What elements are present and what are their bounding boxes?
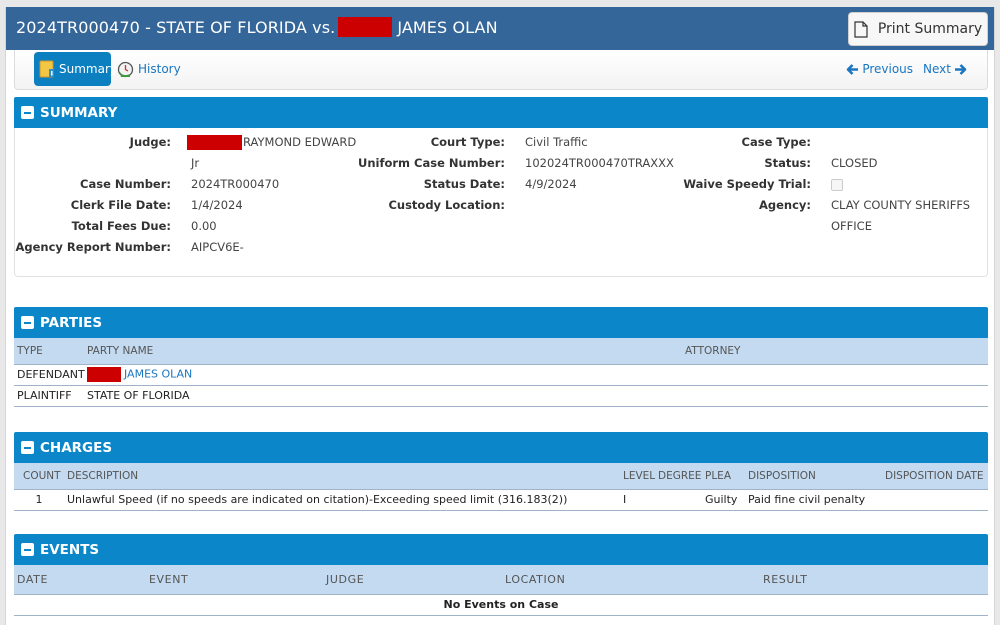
- previous-label: Previous: [862, 62, 914, 76]
- charges-title: CHARGES: [40, 439, 113, 456]
- column-header[interactable]: DATE: [14, 565, 146, 595]
- redacted-name: [338, 17, 393, 37]
- table-row: DEFENDANT JAMES OLAN: [14, 364, 988, 386]
- tab-history[interactable]: History: [117, 52, 181, 86]
- parties-panel: PARTIES TYPE PARTY NAME ATTORNEY DEFENDA…: [14, 307, 988, 407]
- party-type: PLAINTIFF: [14, 385, 84, 407]
- events-title: EVENTS: [40, 541, 100, 558]
- charge-degree: [655, 489, 702, 511]
- collapse-icon[interactable]: [21, 316, 34, 329]
- field-value: [831, 179, 843, 194]
- column-header[interactable]: DESCRIPTION: [64, 463, 620, 490]
- field-label: Case Type:: [741, 135, 811, 149]
- column-header[interactable]: TYPE: [14, 338, 84, 365]
- previous-link[interactable]: Previous: [846, 62, 913, 76]
- history-icon: [117, 61, 134, 78]
- field-label: Agency Report Number:: [15, 240, 172, 254]
- events-header: EVENTS: [14, 534, 988, 565]
- field-label: Agency:: [758, 198, 811, 212]
- column-header[interactable]: COUNT: [14, 463, 64, 490]
- column-header[interactable]: JUDGE: [323, 565, 502, 595]
- column-header[interactable]: EVENT: [146, 565, 323, 595]
- column-header[interactable]: DISPOSITION: [745, 463, 882, 490]
- arrow-right-icon: [955, 63, 967, 75]
- collapse-icon[interactable]: [21, 441, 34, 454]
- table-row: PLAINTIFF STATE OF FLORIDA: [14, 385, 988, 407]
- table-row: 1 Unlawful Speed (if no speeds are indic…: [14, 489, 988, 511]
- field-value: CLOSED: [831, 156, 878, 170]
- table-header-row: DATE EVENT JUDGE LOCATION RESULT: [14, 565, 988, 595]
- charge-level: I: [620, 489, 655, 511]
- charges-panel: CHARGES COUNT DESCRIPTION LEVEL DEGREE P…: [14, 432, 988, 511]
- case-nav-bar: Summary History Previous Next: [14, 50, 988, 90]
- record-navigation: Previous Next: [846, 52, 967, 86]
- charge-disposition-date: [882, 489, 988, 511]
- summary-header: SUMMARY: [14, 97, 988, 128]
- party-name: STATE OF FLORIDA: [84, 385, 682, 407]
- waive-speedy-trial-checkbox[interactable]: [831, 179, 843, 191]
- tab-summary[interactable]: Summary: [34, 52, 117, 86]
- column-header[interactable]: RESULT: [760, 565, 988, 595]
- charges-header: CHARGES: [14, 432, 988, 463]
- party-name-link[interactable]: JAMES OLAN: [124, 368, 192, 381]
- column-header[interactable]: LOCATION: [502, 565, 760, 595]
- title-bar: 2024TR000470 - STATE OF FLORIDA vs. JAME…: [6, 7, 994, 50]
- tab-summary-label: Summary: [59, 62, 117, 76]
- field-label: Total Fees Due:: [71, 219, 171, 233]
- print-summary-label: Print Summary: [877, 21, 983, 37]
- charge-disposition: Paid fine civil penalty: [745, 489, 882, 511]
- next-label: Next: [923, 62, 951, 76]
- summary-icon: [39, 60, 55, 78]
- charge-count: 1: [14, 489, 64, 511]
- table-row: No Events on Case: [14, 594, 988, 616]
- document-icon: [854, 20, 868, 38]
- events-table: DATE EVENT JUDGE LOCATION RESULT No Even…: [14, 565, 988, 616]
- field-label: Status:: [764, 156, 811, 170]
- charge-description: Unlawful Speed (if no speeds are indicat…: [64, 489, 620, 511]
- arrow-left-icon: [847, 63, 859, 75]
- collapse-icon[interactable]: [21, 543, 34, 556]
- field-value: 0.00: [191, 219, 217, 233]
- redacted-name: [87, 367, 121, 382]
- parties-table: TYPE PARTY NAME ATTORNEY DEFENDANT JAMES…: [14, 338, 988, 407]
- next-link[interactable]: Next: [923, 62, 967, 76]
- party-attorney: [682, 364, 988, 386]
- parties-title: PARTIES: [40, 314, 103, 331]
- field-label: Waive Speedy Trial:: [683, 177, 811, 191]
- field-value: CLAY COUNTY SHERIFFS: [831, 198, 971, 212]
- table-header-row: COUNT DESCRIPTION LEVEL DEGREE PLEA DISP…: [14, 463, 988, 490]
- tab-history-label: History: [138, 62, 181, 76]
- column-header[interactable]: DEGREE: [655, 463, 702, 490]
- print-summary-button[interactable]: Print Summary: [848, 12, 988, 46]
- column-header[interactable]: LEVEL: [620, 463, 655, 490]
- column-header[interactable]: PLEA: [702, 463, 745, 490]
- charges-table: COUNT DESCRIPTION LEVEL DEGREE PLEA DISP…: [14, 463, 988, 511]
- field-value: OFFICE: [831, 219, 872, 233]
- summary-title: SUMMARY: [40, 104, 118, 121]
- summary-panel: SUMMARY Judge: RAYMOND EDWARD Jr Case Nu…: [14, 97, 988, 277]
- field-value: AIPCV6E-: [191, 240, 244, 254]
- case-page: 2024TR000470 - STATE OF FLORIDA vs. JAME…: [5, 7, 995, 625]
- no-events-message: No Events on Case: [14, 594, 988, 616]
- events-panel: EVENTS DATE EVENT JUDGE LOCATION RESULT …: [14, 534, 988, 616]
- party-attorney: [682, 385, 988, 407]
- collapse-icon[interactable]: [21, 106, 34, 119]
- column-header[interactable]: ATTORNEY: [682, 338, 988, 365]
- party-name-cell: JAMES OLAN: [84, 364, 682, 386]
- case-title-suffix: JAMES OLAN: [397, 17, 498, 37]
- case-title: 2024TR000470 - STATE OF FLORIDA vs. JAME…: [16, 17, 498, 37]
- party-type: DEFENDANT: [14, 364, 85, 386]
- parties-header: PARTIES: [14, 307, 988, 338]
- case-title-prefix: 2024TR000470 - STATE OF FLORIDA vs.: [16, 17, 336, 37]
- column-header[interactable]: DISPOSITION DATE: [882, 463, 988, 490]
- charge-plea: Guilty: [702, 489, 745, 511]
- column-header[interactable]: PARTY NAME: [84, 338, 682, 365]
- summary-body: Judge: RAYMOND EDWARD Jr Case Number: 20…: [14, 128, 988, 277]
- table-header-row: TYPE PARTY NAME ATTORNEY: [14, 338, 988, 365]
